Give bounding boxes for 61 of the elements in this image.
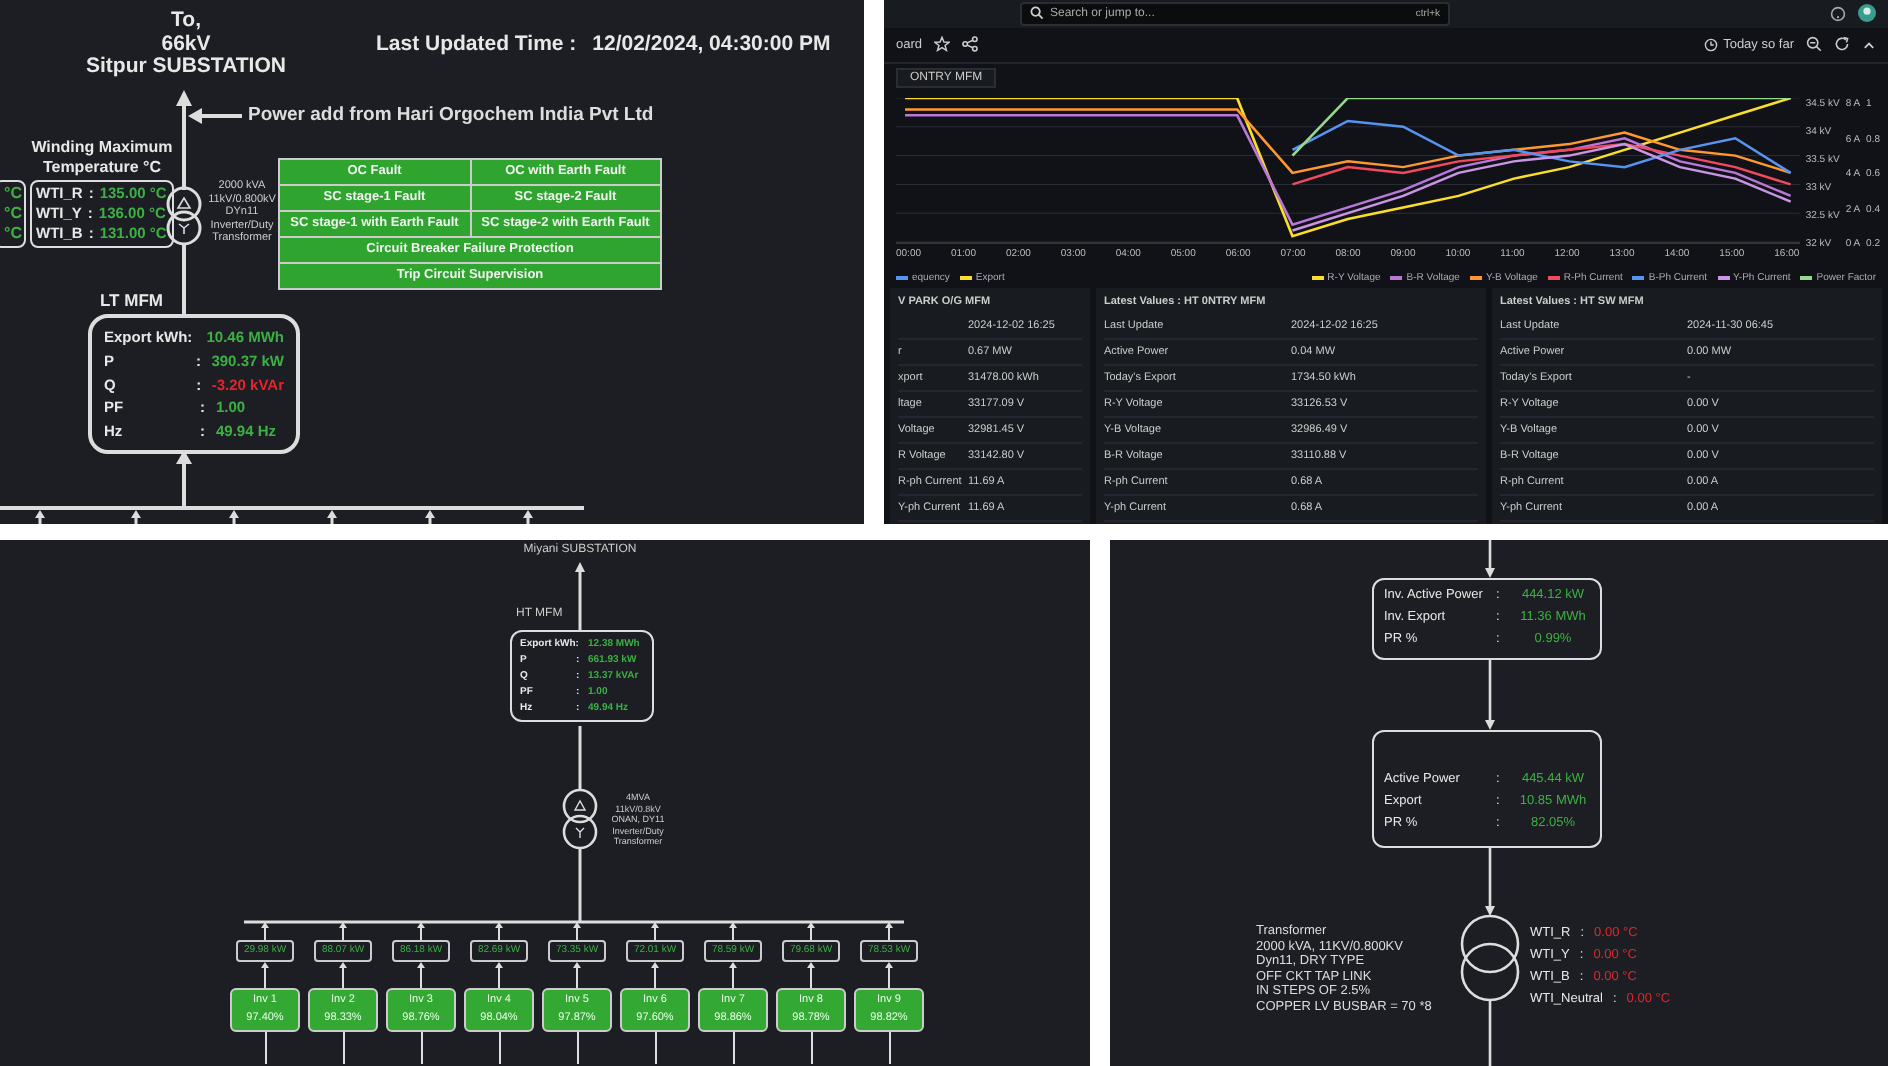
help-icon[interactable]	[1830, 5, 1846, 22]
connector-line	[497, 1032, 501, 1064]
connector-arrow	[806, 962, 816, 988]
legend-swatch	[1717, 276, 1730, 281]
last-updated-label: Last Updated Time :	[376, 32, 577, 56]
connector-arrow	[416, 962, 426, 988]
star-icon[interactable]	[934, 36, 951, 53]
legend-swatch	[1469, 276, 1482, 281]
incoming-arrow	[188, 108, 242, 124]
connector-line	[1488, 1000, 1492, 1066]
connector-arrow	[416, 922, 426, 940]
connector-arrow	[260, 962, 270, 988]
avatar-icon[interactable]	[1858, 4, 1876, 23]
share-icon[interactable]	[962, 36, 979, 53]
connector-arrow	[572, 922, 582, 940]
connector-arrow	[494, 962, 504, 988]
connector-arrow	[650, 922, 660, 940]
connector-line	[578, 726, 582, 790]
legend-swatch	[1390, 276, 1403, 281]
connector-arrow	[650, 962, 660, 988]
feeder-arrow	[176, 90, 192, 190]
connector-arrow	[806, 922, 816, 940]
destination-label: To,	[169, 10, 203, 33]
zoom-out-icon[interactable]	[1806, 36, 1822, 53]
connector-line	[341, 1032, 345, 1064]
legend-swatch	[1311, 276, 1324, 281]
destination-label: 66kV	[159, 33, 213, 56]
last-updated-value: 12/02/2024, 04:30:00 PM	[592, 32, 831, 56]
collapse-icon[interactable]	[1862, 37, 1876, 52]
temperature-value: °C	[2, 204, 22, 224]
connector-line	[887, 1032, 891, 1064]
search-icon	[1030, 6, 1044, 21]
connector-line	[809, 1032, 813, 1064]
connector-arrow	[260, 922, 270, 940]
connector-arrow	[494, 922, 504, 940]
connector-arrow	[338, 962, 348, 988]
transformer-icon	[1460, 914, 1520, 1002]
winding-title: Winding Maximum Temperature °C	[29, 138, 175, 178]
destination-label: Sitpur SUBSTATION	[84, 56, 288, 79]
temperature-value: °C	[2, 184, 22, 204]
power-note: Power add from Hari Orgochem India Pvt Ltd	[248, 104, 654, 126]
connector-line	[731, 1032, 735, 1064]
refresh-icon[interactable]	[1834, 36, 1850, 53]
clock-icon	[1703, 37, 1718, 52]
connector-line	[653, 1032, 657, 1064]
temperature-value: °C	[2, 224, 22, 244]
connector-arrow	[338, 922, 348, 940]
transformer-icon	[562, 788, 598, 850]
connector-line	[578, 848, 582, 922]
legend-swatch	[1800, 276, 1813, 281]
legend-swatch	[1632, 276, 1645, 281]
connector-arrow	[728, 962, 738, 988]
connector-line	[575, 1032, 579, 1064]
connector-arrow	[884, 962, 894, 988]
connector-arrow	[884, 922, 894, 940]
legend-swatch	[1547, 276, 1560, 281]
connector-arrow	[572, 962, 582, 988]
meter-title: LT MFM	[100, 290, 163, 310]
connector-line	[419, 1032, 423, 1064]
connector-arrow	[728, 922, 738, 940]
connector-line	[263, 1032, 267, 1064]
